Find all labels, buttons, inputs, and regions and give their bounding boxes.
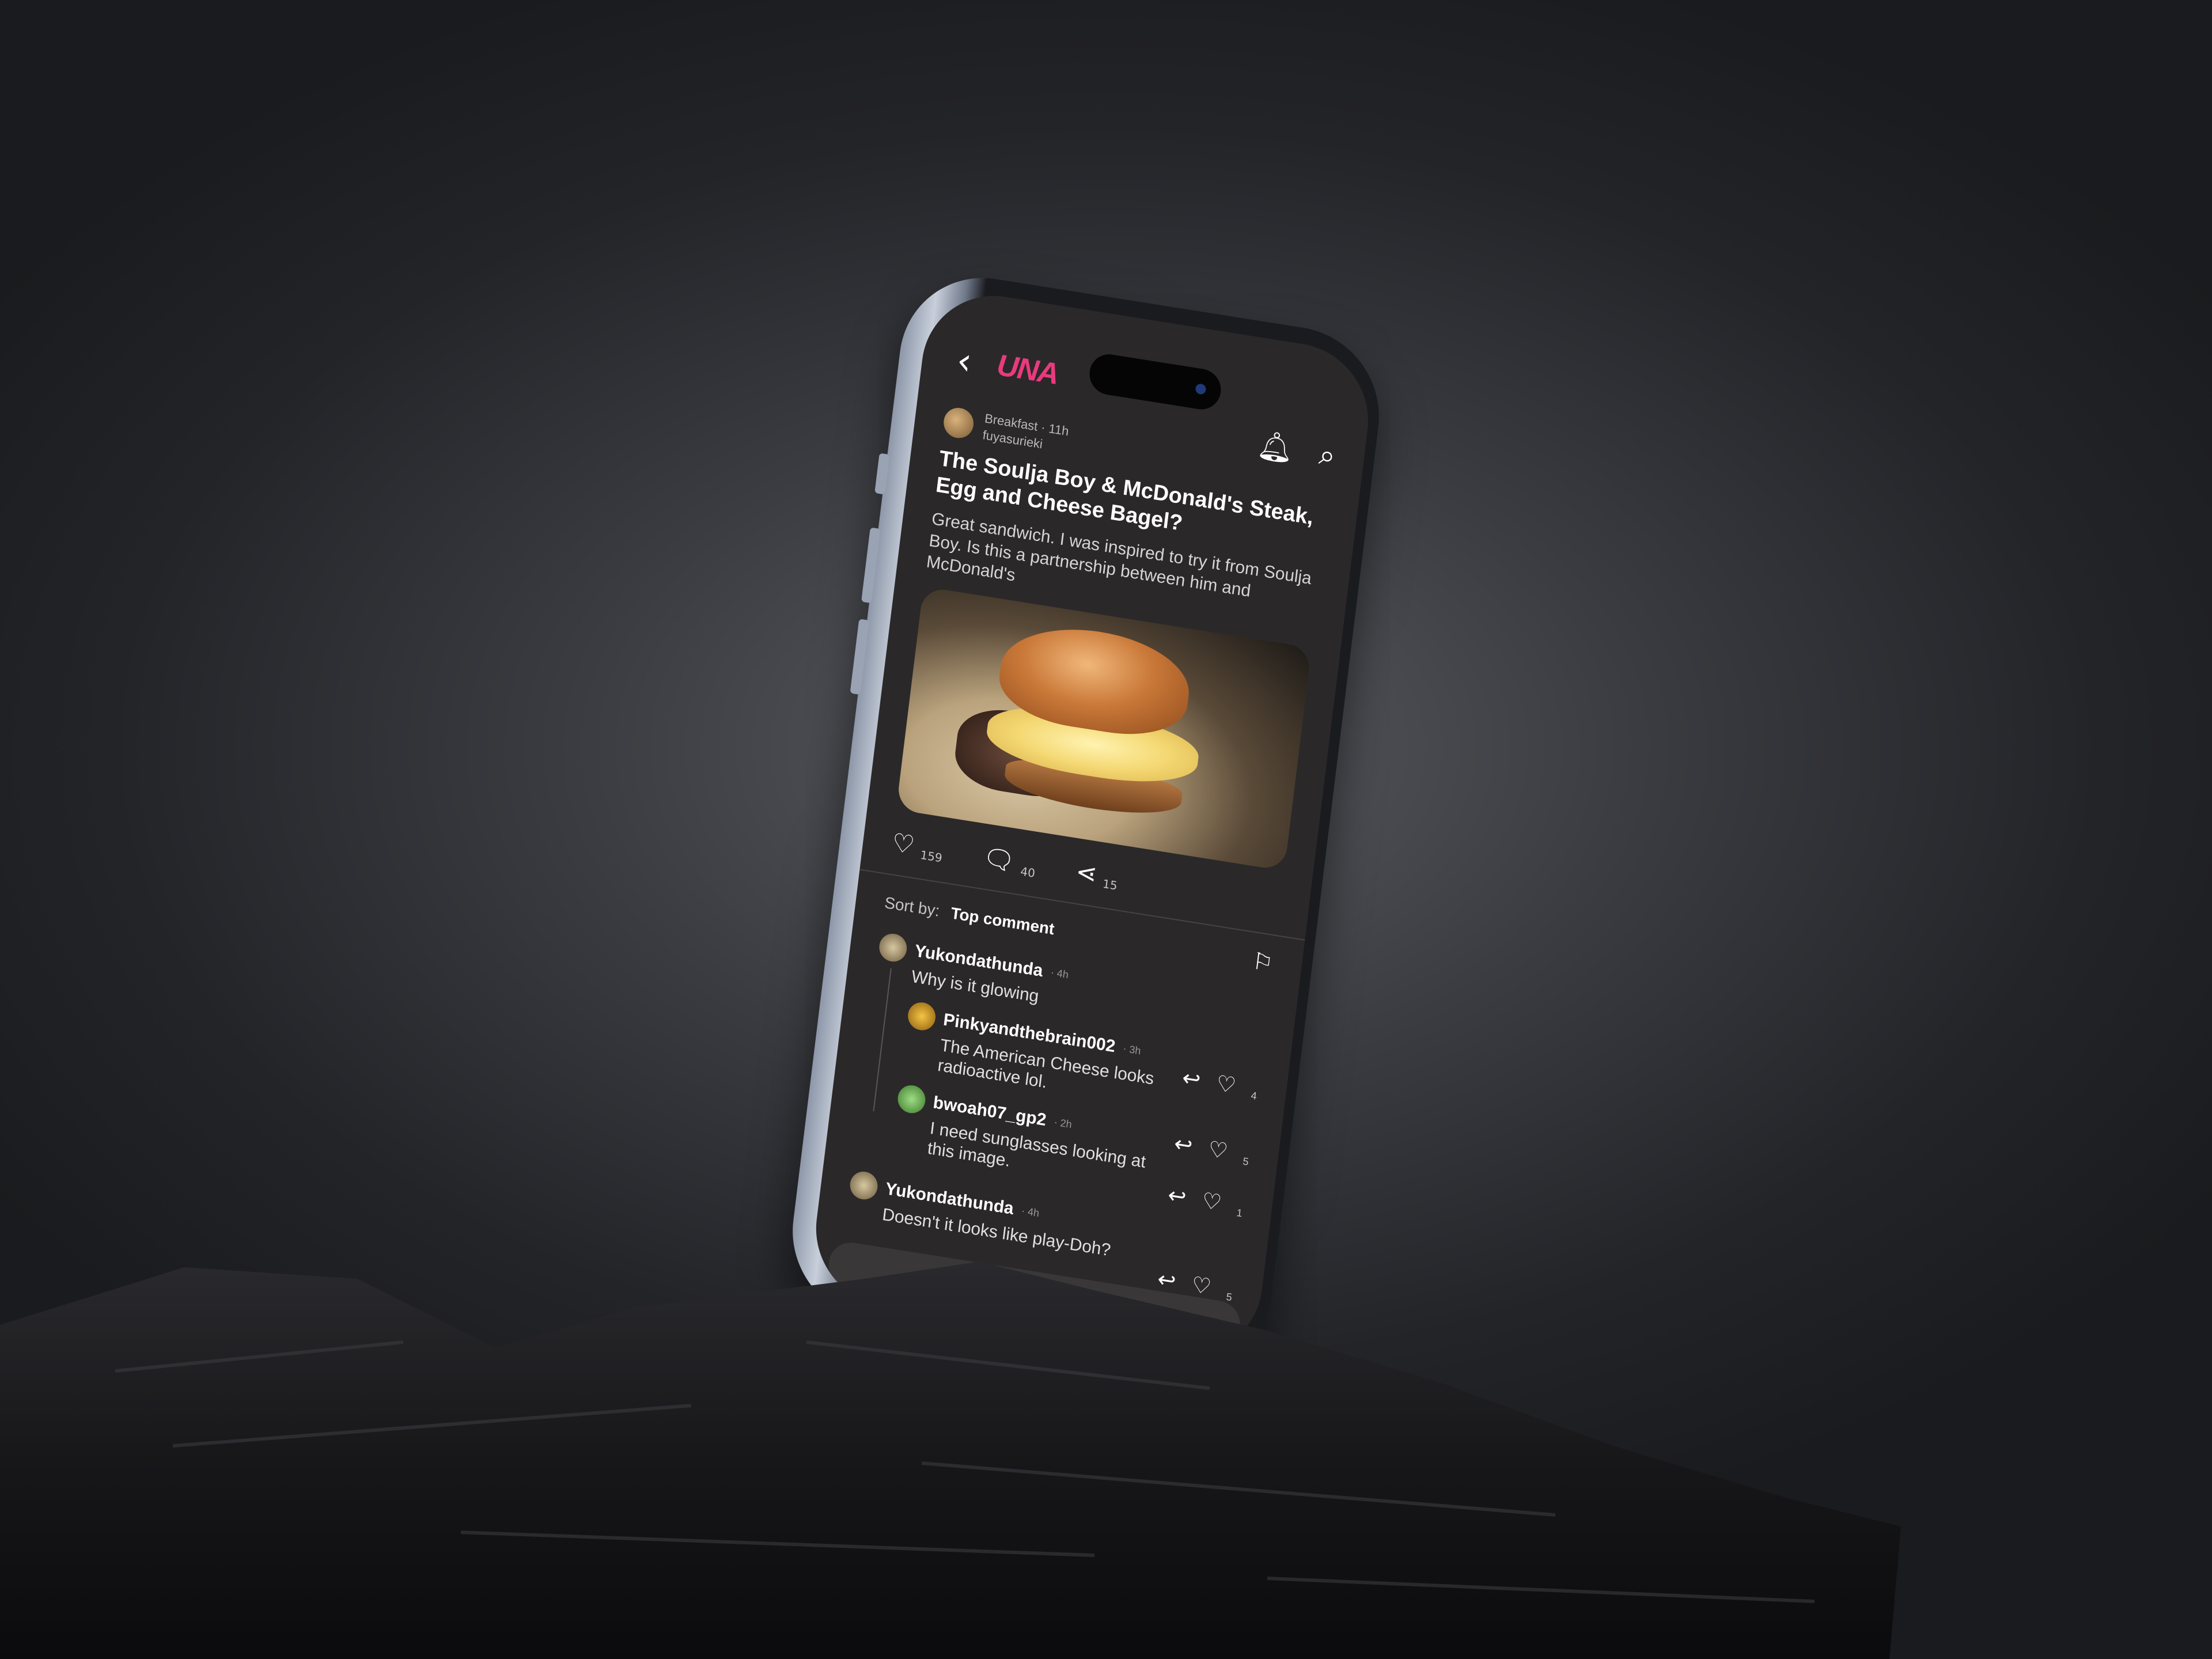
like-count: 159 [919,848,943,865]
scene: ‹ UNA 🔔︎ ⌕ Breakfast · 11h fuyasurieki T… [0,0,2212,1659]
reply-icon[interactable]: ↩ [1173,1131,1194,1160]
post-image[interactable] [896,586,1312,871]
app-logo: UNA [995,348,1060,392]
avatar[interactable] [848,1169,880,1202]
comment-time: · 3h [1122,1042,1142,1057]
comment-icon: 🗨︎ [981,842,1017,877]
heart-icon[interactable]: ♡ [1215,1070,1237,1099]
avatar[interactable] [896,1084,927,1116]
chevron-left-icon[interactable]: ‹ [955,339,974,384]
share-count: 15 [1101,877,1118,893]
like-button[interactable]: ♡ 159 [890,828,945,865]
comment-actions: ↩ ♡ 5 [1173,1131,1251,1168]
comment-time: · 4h [1021,1205,1040,1219]
share-icon: ⋖ [1074,857,1099,890]
comment-like-count: 4 [1250,1089,1257,1103]
phone: ‹ UNA 🔔︎ ⌕ Breakfast · 11h fuyasurieki T… [783,266,1389,1382]
comment-like-count: 5 [1242,1155,1249,1168]
post: Breakfast · 11h fuyasurieki The Soulja B… [846,404,1334,1303]
share-button[interactable]: ⋖ 15 [1074,857,1120,893]
sort-dropdown[interactable]: Top comment [950,904,1055,938]
comment-time: · 4h [1050,966,1070,981]
reply-icon[interactable]: ↩ [1166,1182,1188,1211]
comment-button[interactable]: 🗨︎ 40 [981,842,1038,880]
comment-count: 40 [1020,864,1036,880]
community-avatar[interactable] [942,406,976,440]
post-time: · 11h [1040,419,1070,439]
comment-time: · 2h [1053,1116,1073,1131]
reply-icon[interactable]: ↩ [1181,1065,1202,1094]
rock [0,1262,1901,1659]
avatar[interactable] [877,931,908,964]
sort-label: Sort by: [883,893,941,920]
comment-actions: ↩ ♡ 1 [1166,1182,1245,1219]
heart-icon[interactable]: ♡ [1207,1136,1229,1165]
heart-icon[interactable]: ♡ [1200,1188,1223,1217]
thread-line [873,968,892,1112]
post-meta-text: Breakfast · 11h fuyasurieki [982,410,1070,456]
avatar[interactable] [906,1001,937,1033]
heart-icon: ♡ [890,828,916,861]
comment-like-count: 1 [1236,1207,1243,1219]
bookmark-icon[interactable]: ⚐ [1251,948,1275,977]
